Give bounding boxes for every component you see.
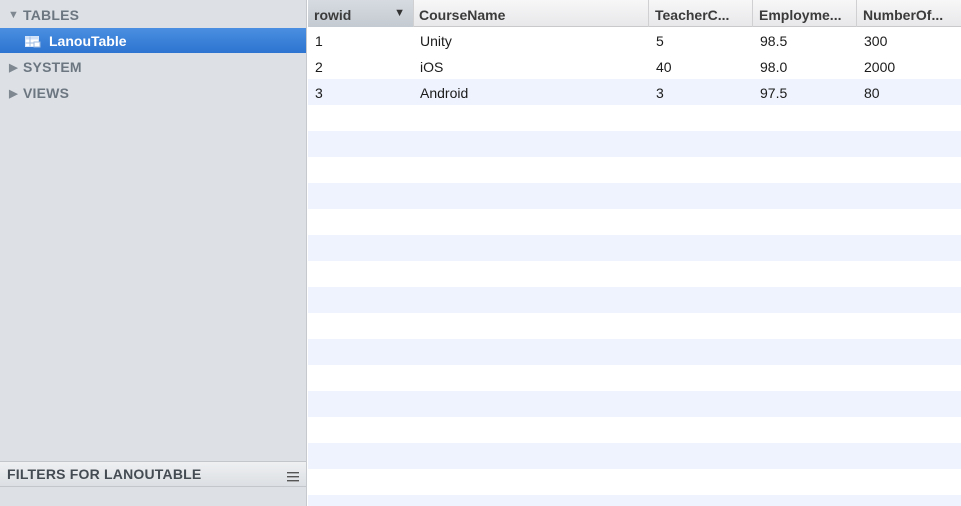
cell-rowid[interactable]: 2 bbox=[308, 53, 414, 79]
menu-lines-icon[interactable] bbox=[287, 469, 299, 482]
table-row[interactable]: 3 Android 3 97.5 80 bbox=[308, 79, 961, 105]
cell-rowid[interactable]: 3 bbox=[308, 79, 414, 105]
cell-teachercount[interactable]: 3 bbox=[649, 79, 753, 105]
column-header-label: TeacherC... bbox=[655, 7, 730, 23]
cell-employment[interactable]: 97.5 bbox=[753, 79, 857, 105]
empty-row bbox=[308, 365, 961, 391]
cell-teachercount[interactable]: 40 bbox=[649, 53, 753, 79]
column-header-label: Employme... bbox=[759, 7, 842, 23]
cell-numberof[interactable]: 2000 bbox=[857, 53, 961, 79]
table-header: rowid ▼ CourseName TeacherC... Employme.… bbox=[308, 0, 961, 27]
column-header-rowid[interactable]: rowid ▼ bbox=[308, 0, 414, 27]
column-header-label: NumberOf... bbox=[863, 7, 944, 23]
column-header-employment[interactable]: Employme... bbox=[753, 0, 857, 27]
sidebar-item-lanoutable[interactable]: LanouTable bbox=[0, 28, 306, 53]
sidebar-group-system[interactable]: ▶ SYSTEM bbox=[0, 54, 82, 80]
cell-rowid[interactable]: 1 bbox=[308, 27, 414, 53]
empty-row bbox=[308, 209, 961, 235]
column-header-numberof[interactable]: NumberOf... bbox=[857, 0, 961, 27]
empty-row bbox=[308, 339, 961, 365]
sidebar-group-views[interactable]: ▶ VIEWS bbox=[0, 80, 69, 106]
cell-numberof[interactable]: 80 bbox=[857, 79, 961, 105]
triangle-right-icon[interactable]: ▶ bbox=[8, 61, 19, 74]
filters-panel-header[interactable]: FILTERS FOR LANOUTABLE bbox=[0, 461, 306, 487]
column-header-label: rowid bbox=[314, 7, 352, 23]
empty-row bbox=[308, 157, 961, 183]
empty-row bbox=[308, 469, 961, 495]
empty-row bbox=[308, 235, 961, 261]
column-header-coursename[interactable]: CourseName bbox=[413, 0, 649, 27]
empty-row bbox=[308, 313, 961, 339]
empty-row bbox=[308, 287, 961, 313]
column-header-teachercount[interactable]: TeacherC... bbox=[649, 0, 753, 27]
triangle-right-icon[interactable]: ▶ bbox=[8, 87, 19, 100]
cell-coursename[interactable]: Unity bbox=[413, 27, 649, 53]
cell-coursename[interactable]: iOS bbox=[413, 53, 649, 79]
sidebar-group-label: VIEWS bbox=[23, 85, 70, 101]
cell-employment[interactable]: 98.5 bbox=[753, 27, 857, 53]
column-header-label: CourseName bbox=[419, 7, 506, 23]
empty-row bbox=[308, 261, 961, 287]
empty-row bbox=[308, 443, 961, 469]
empty-row bbox=[308, 417, 961, 443]
empty-row bbox=[308, 495, 961, 506]
cell-numberof[interactable]: 300 bbox=[857, 27, 961, 53]
sidebar-group-label: SYSTEM bbox=[23, 59, 82, 75]
cell-teachercount[interactable]: 5 bbox=[649, 27, 753, 53]
filters-label: FILTERS FOR LANOUTABLE bbox=[7, 466, 202, 482]
sidebar-group-tables[interactable]: ▼ TABLES bbox=[0, 2, 79, 28]
triangle-down-icon[interactable]: ▼ bbox=[8, 9, 19, 21]
empty-row bbox=[308, 183, 961, 209]
empty-row bbox=[308, 105, 961, 131]
data-grid: 1 Unity 5 98.5 300 2 iOS 40 98.0 2000 3 … bbox=[308, 0, 961, 506]
sidebar: ▼ TABLES LanouTable ▶ SYSTEM ▶ VIEWS FIL… bbox=[0, 0, 307, 506]
sidebar-item-label: LanouTable bbox=[49, 32, 127, 49]
sidebar-group-label: TABLES bbox=[23, 7, 80, 23]
table-icon bbox=[25, 35, 41, 47]
empty-row bbox=[308, 391, 961, 417]
empty-row bbox=[308, 131, 961, 157]
cell-employment[interactable]: 98.0 bbox=[753, 53, 857, 79]
table-row[interactable]: 2 iOS 40 98.0 2000 bbox=[308, 53, 961, 79]
sort-descending-icon: ▼ bbox=[394, 7, 405, 19]
table-row[interactable]: 1 Unity 5 98.5 300 bbox=[308, 27, 961, 53]
cell-coursename[interactable]: Android bbox=[413, 79, 649, 105]
